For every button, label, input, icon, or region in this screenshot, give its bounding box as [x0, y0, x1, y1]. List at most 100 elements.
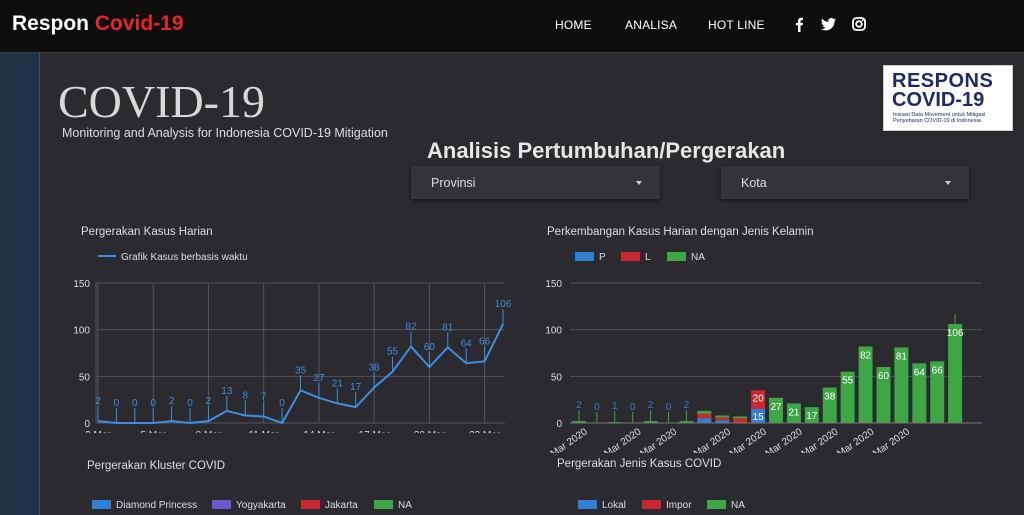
- legend-swatch: [621, 252, 640, 261]
- x-tick-label: 17 Mar: [359, 430, 391, 433]
- x-tick-label: 2 Mar: [85, 430, 111, 433]
- legend-label: Grafik Kasus berbasis waktu: [121, 252, 248, 263]
- point-label: 0: [132, 398, 138, 409]
- point-label: 0: [114, 398, 120, 409]
- legend-swatch: [667, 252, 686, 261]
- point-label: 7: [261, 391, 267, 402]
- point-label: 35: [295, 365, 307, 376]
- line-chart-title: Pergerakan Kasus Harian: [81, 226, 213, 238]
- brand-prefix: Respon: [12, 12, 90, 35]
- bar-segment: [697, 410, 712, 414]
- bar-value-label: 2: [576, 400, 582, 411]
- bar-value-label: 0: [630, 402, 636, 413]
- logo-line-1: RESPONS: [892, 70, 994, 92]
- legend-label: Diamond Princess: [116, 500, 197, 511]
- y-tick-label: 0: [556, 419, 562, 430]
- point-label: 2: [95, 396, 101, 407]
- x-tick-label: 5 Mar: [140, 430, 166, 433]
- point-label: 2: [169, 396, 175, 407]
- point-label: 17: [350, 382, 362, 393]
- bar-male-label: 20: [753, 393, 765, 404]
- legend-swatch: [578, 500, 597, 509]
- y-tick-label: 50: [79, 372, 91, 383]
- point-label: 13: [221, 386, 233, 397]
- point-label: 60: [424, 342, 436, 353]
- instagram-icon[interactable]: [851, 16, 867, 32]
- bar-value-label: 27: [770, 402, 782, 413]
- x-tick-label: 13 Mar 2020: [681, 426, 734, 453]
- bar-value-label: 81: [896, 351, 908, 362]
- legend-label: Yogyakarta: [236, 500, 286, 511]
- point-label: 2: [206, 396, 212, 407]
- facebook-icon[interactable]: [791, 16, 807, 32]
- y-tick-label: 100: [73, 326, 90, 337]
- x-tick-label: 11 Mar: [248, 430, 279, 433]
- point-label: 27: [313, 373, 325, 384]
- bar-segment: [697, 418, 712, 423]
- bar-segment: [733, 418, 748, 423]
- point-label: 55: [387, 347, 399, 358]
- bar-value-label: 38: [824, 392, 836, 403]
- nav-hot-line[interactable]: HOT LINE: [708, 18, 765, 32]
- point-label: 0: [150, 398, 156, 409]
- top-navbar: Respon Covid-19 HOME ANALISA HOT LINE: [0, 0, 1024, 53]
- y-tick-label: 150: [73, 279, 90, 290]
- legend-swatch: [301, 500, 320, 509]
- chevron-down-icon: [945, 181, 951, 185]
- point-label: 64: [461, 338, 473, 349]
- main-content: COVID-19 Monitoring and Analysis for Ind…: [40, 53, 1024, 515]
- point-label: 8: [242, 391, 248, 402]
- sidebar: es: [0, 53, 40, 515]
- legend-label: Impor: [666, 500, 692, 511]
- y-tick-label: 0: [84, 419, 90, 430]
- point-label: 0: [187, 398, 193, 409]
- point-label: 21: [332, 378, 344, 389]
- case-type-chart-title: Pergerakan Jenis Kasus COVID: [557, 458, 722, 470]
- section-title: Analisis Pertumbuhan/Pergerakan: [427, 138, 786, 163]
- bar-value-label: 21: [788, 407, 800, 418]
- point-label: 66: [479, 336, 491, 347]
- bar-value-label: 66: [932, 365, 944, 376]
- nav-analisa[interactable]: ANALISA: [625, 18, 677, 32]
- logo-line-3: Inisiasi Data Movement untuk Mitigasi Pe…: [893, 112, 986, 125]
- legend-label: NA: [691, 252, 705, 263]
- bar-segment: [733, 416, 748, 419]
- bar-value-label: 15: [753, 412, 765, 423]
- bar-chart: P L NA0501001502 0 1 0 2 0 215202721 173855826081…: [542, 252, 982, 453]
- legend-swatch: [642, 500, 661, 509]
- x-tick-label: 8 Mar: [196, 430, 222, 433]
- brand-accent: Covid-19: [94, 12, 184, 35]
- x-tick-label: 20 Mar: [414, 430, 446, 433]
- line-chart: Grafik Kasus berbasis waktu 0 50 100 150 2 Ma…: [73, 252, 512, 433]
- legend-swatch: [374, 500, 393, 509]
- page-subtitle: Monitoring and Analysis for Indonesia CO…: [62, 126, 388, 140]
- x-tick-label: 8 Mar 2020: [596, 426, 644, 453]
- provinsi-dropdown[interactable]: Provinsi: [411, 166, 660, 199]
- nav-home[interactable]: HOME: [555, 18, 592, 32]
- x-tick-label: 23 Mar: [469, 430, 501, 433]
- bar-value-label: 17: [806, 411, 818, 422]
- bar-value-label: 0: [594, 402, 600, 413]
- x-tick-label: 2 Mar 2020: [542, 426, 590, 453]
- bar-segment: [697, 413, 712, 419]
- respons-covid-logo: RESPONS COVID-19 Inisiasi Data Movement …: [883, 65, 1013, 131]
- chevron-down-icon: [636, 181, 642, 185]
- kota-dropdown-label: Kota: [741, 176, 767, 190]
- legend-swatch: [212, 500, 231, 509]
- cluster-chart-legend: Diamond Princess Yogyakarta Jakarta NA: [92, 500, 412, 511]
- bar-value-label: 106: [947, 328, 964, 339]
- twitter-icon[interactable]: [820, 16, 836, 32]
- point-label: 106: [495, 299, 512, 310]
- legend-label: NA: [398, 500, 412, 511]
- legend-label: Jakarta: [325, 500, 358, 511]
- point-label: 38: [369, 363, 381, 374]
- brand-logo[interactable]: Respon Covid-19: [12, 12, 184, 36]
- legend-label: P: [599, 252, 606, 263]
- legend-label: Lokal: [602, 500, 626, 511]
- page-title: COVID-19: [58, 76, 265, 127]
- point-label: 81: [442, 322, 454, 333]
- y-tick-label: 100: [545, 326, 562, 337]
- kota-dropdown[interactable]: Kota: [721, 166, 969, 199]
- legend-swatch: [707, 500, 726, 509]
- bar-value-label: 82: [860, 350, 872, 361]
